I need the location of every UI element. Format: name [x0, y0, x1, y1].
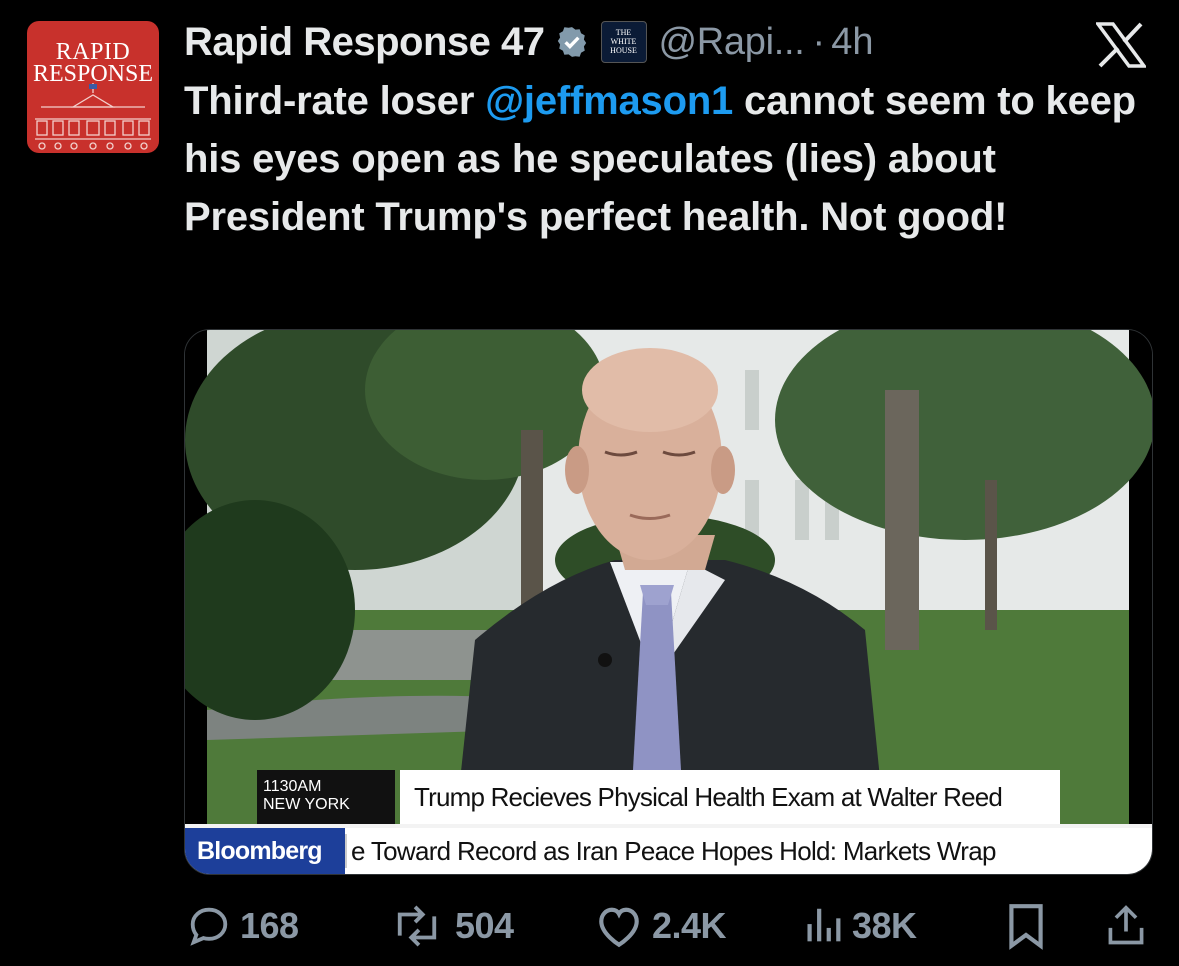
tweet-text: Third-rate loser @jeffmason1 cannot seem…	[184, 72, 1154, 246]
bookmark-button[interactable]	[1004, 896, 1048, 956]
reply-count: 168	[240, 905, 299, 946]
separator-dot: ·	[812, 20, 826, 63]
bloomberg-logo: Bloomberg	[185, 828, 345, 874]
video-media[interactable]: 1130AM NEW YORK Trump Recieves Physical …	[184, 329, 1153, 875]
broadcast-location: NEW YORK	[263, 796, 350, 813]
share-button[interactable]	[1104, 896, 1148, 956]
affiliation-line2: WHITE	[610, 37, 637, 46]
repost-button[interactable]: 504	[387, 896, 514, 956]
action-bar: 168 504 2.4K 38K	[184, 896, 1154, 956]
ticker-text: e Toward Record as Iran Peace Hopes Hold…	[351, 836, 996, 866]
post-time[interactable]: 4h	[831, 21, 873, 64]
tweet-header: Rapid Response 47 THE WHITE HOUSE @Rapi.…	[184, 17, 873, 67]
verified-icon[interactable]	[555, 25, 589, 59]
avatar[interactable]: RAPID RESPONSE	[27, 21, 159, 153]
ticker-divider	[345, 834, 347, 868]
like-button[interactable]: 2.4K	[594, 896, 727, 956]
headline-banner: Trump Recieves Physical Health Exam at W…	[400, 770, 1060, 824]
affiliation-badge[interactable]: THE WHITE HOUSE	[600, 21, 647, 63]
views-count: 38K	[852, 905, 917, 946]
repost-icon	[397, 905, 437, 947]
mention-link[interactable]: @jeffmason1	[485, 79, 733, 123]
share-icon	[1108, 905, 1144, 945]
user-handle[interactable]: @Rapi...	[659, 21, 805, 64]
views-button[interactable]: 38K	[802, 896, 917, 956]
x-logo-icon[interactable]	[1096, 22, 1146, 68]
news-ticker: Bloomberg e Toward Record as Iran Peace …	[185, 828, 1152, 874]
affiliation-line1: THE	[615, 28, 632, 37]
time-location-box: 1130AM NEW YORK	[257, 770, 395, 824]
like-icon	[599, 907, 639, 948]
broadcast-time: 1130AM	[263, 778, 322, 795]
views-icon	[807, 908, 841, 942]
like-count: 2.4K	[652, 905, 727, 946]
repost-count: 504	[455, 905, 514, 946]
avatar-text-line2: RESPONSE	[32, 61, 154, 87]
tweet-text-before: Third-rate loser	[184, 79, 486, 123]
reply-icon	[190, 907, 228, 946]
bookmark-icon	[1009, 904, 1043, 950]
display-name[interactable]: Rapid Response 47	[184, 20, 545, 65]
reply-button[interactable]: 168	[186, 896, 299, 956]
affiliation-line3: HOUSE	[610, 46, 637, 55]
